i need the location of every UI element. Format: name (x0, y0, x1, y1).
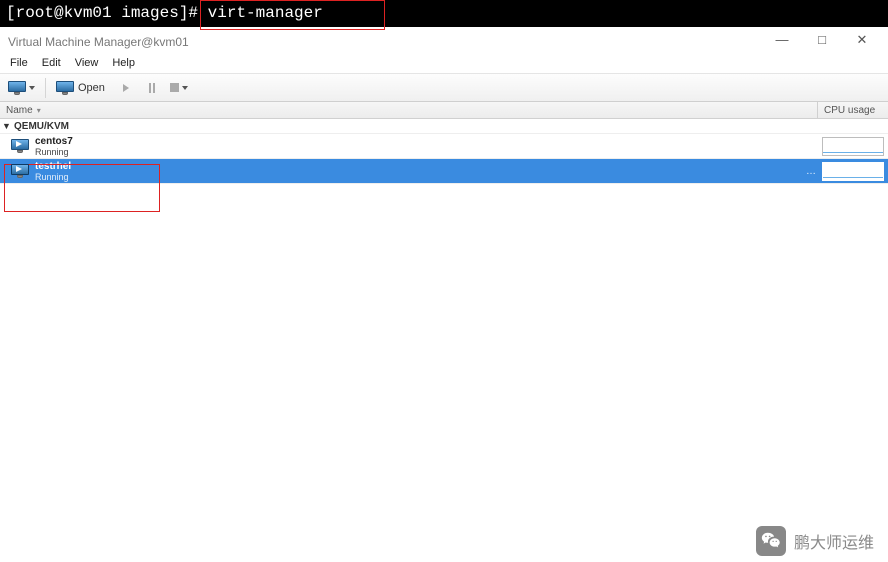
column-cpu[interactable]: CPU usage (818, 102, 888, 118)
sort-indicator-icon: ▾ (37, 106, 41, 115)
menu-edit[interactable]: Edit (36, 55, 67, 71)
vm-row-testrhel[interactable]: testrhel Running … (0, 159, 888, 184)
column-cpu-label: CPU usage (824, 105, 875, 116)
vm-running-icon (11, 164, 29, 178)
vm-cpu-sparkline (822, 162, 888, 181)
watermark-text: 鹏大师运维 (794, 529, 874, 553)
terminal-command: virt-manager (208, 4, 323, 22)
monitor-icon (8, 81, 26, 95)
vm-running-icon (11, 139, 29, 153)
vm-name: testrhel (35, 161, 71, 172)
shutdown-button[interactable] (166, 76, 192, 99)
menu-view[interactable]: View (69, 55, 105, 71)
play-icon (123, 84, 129, 92)
new-vm-button[interactable] (4, 76, 39, 99)
window-close-button[interactable]: ✕ (842, 28, 882, 52)
chevron-down-icon (29, 86, 35, 90)
column-name-label: Name (6, 105, 33, 116)
vm-state: Running (35, 172, 71, 182)
vm-state: Running (35, 147, 73, 157)
window-title: Virtual Machine Manager@kvm01 (8, 31, 762, 49)
wechat-icon (756, 526, 786, 556)
terminal-line: [root@kvm01 images]# virt-manager (0, 0, 888, 27)
menu-file[interactable]: File (4, 55, 34, 71)
column-name[interactable]: Name ▾ (0, 102, 818, 118)
column-headers: Name ▾ CPU usage (0, 102, 888, 119)
window-minimize-button[interactable]: — (762, 28, 802, 52)
connection-row[interactable]: ▼ QEMU/KVM (0, 119, 888, 134)
open-button-label: Open (78, 82, 105, 94)
window-maximize-button[interactable]: □ (802, 28, 842, 52)
row-more-indicator: … (800, 166, 822, 177)
monitor-icon (56, 81, 74, 95)
tree-toggle-icon[interactable]: ▼ (2, 121, 11, 131)
connection-label: QEMU/KVM (14, 121, 69, 132)
watermark: 鹏大师运维 (756, 526, 874, 556)
menubar: File Edit View Help (0, 53, 888, 73)
vm-row-centos7[interactable]: centos7 Running (0, 134, 888, 159)
stop-icon (170, 83, 179, 92)
terminal-prompt: [root@kvm01 images]# (6, 4, 208, 22)
vm-cpu-sparkline (822, 137, 888, 156)
toolbar-separator (45, 78, 46, 98)
toolbar: Open (0, 73, 888, 102)
open-button[interactable]: Open (52, 76, 112, 99)
run-button[interactable] (114, 76, 138, 99)
vm-name: centos7 (35, 136, 73, 147)
chevron-down-icon (182, 86, 188, 90)
menu-help[interactable]: Help (106, 55, 141, 71)
window-titlebar: Virtual Machine Manager@kvm01 — □ ✕ (0, 27, 888, 53)
pause-icon (149, 83, 155, 93)
pause-button[interactable] (140, 76, 164, 99)
